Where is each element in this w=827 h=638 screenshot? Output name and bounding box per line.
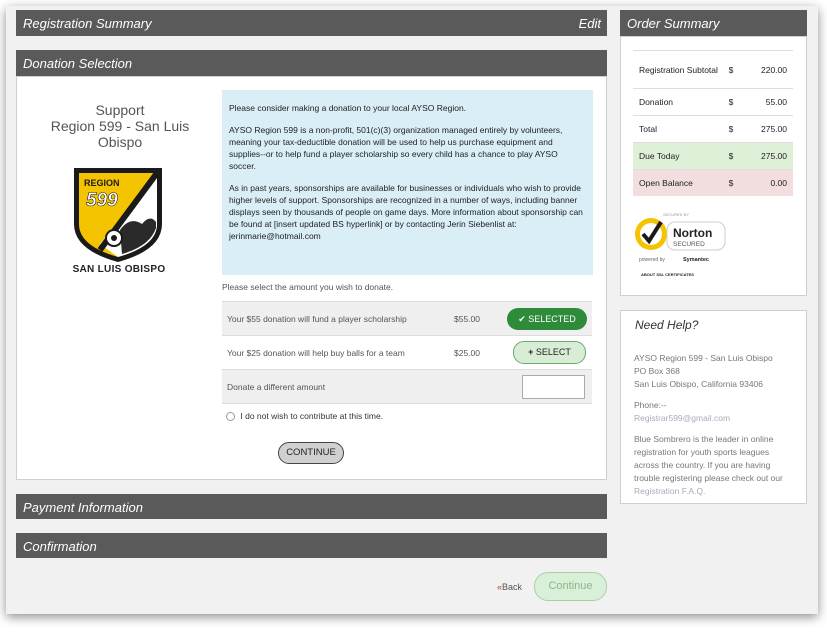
summary-label: Donation xyxy=(633,88,725,116)
ayso-region-logo: REGION 599 xyxy=(74,168,162,262)
help-phone: Phone:-- xyxy=(634,400,667,410)
help-blurb-text: Blue Sombrero is the leader in online re… xyxy=(634,434,783,483)
registration-summary-bar[interactable]: Registration Summary Edit xyxy=(16,10,607,36)
selected-button-label: SELECTED xyxy=(528,314,576,324)
info-paragraph-1: Please consider making a donation to you… xyxy=(229,103,467,113)
donation-option-55[interactable]: Your $55 donation will fund a player sch… xyxy=(222,301,592,335)
plus-icon: + xyxy=(528,347,534,357)
donation-hint: Please select the amount you wish to don… xyxy=(222,282,394,292)
support-line-1: Support xyxy=(95,102,145,118)
help-title: Need Help? xyxy=(635,318,699,332)
norton-top-text: SECURED BY xyxy=(663,212,689,217)
payment-information-bar: Payment Information xyxy=(16,494,607,519)
donation-option-label: Your $55 donation will fund a player sch… xyxy=(227,314,407,324)
optout-label: I do not wish to contribute at this time… xyxy=(240,411,384,421)
help-text: AYSO Region 599 - San Luis Obispo PO Box… xyxy=(634,352,794,498)
support-line-3: Obispo xyxy=(97,134,143,150)
custom-amount-input[interactable] xyxy=(522,375,585,399)
summary-currency: $ xyxy=(724,88,755,116)
summary-currency: $ xyxy=(724,142,755,170)
summary-row-subtotal: Registration Subtotal $ 220.00 xyxy=(633,50,793,89)
registration-summary-title: Registration Summary xyxy=(23,16,152,31)
faq-link[interactable]: Registration F.A.Q. xyxy=(634,486,705,496)
donation-option-amount: $25.00 xyxy=(454,348,480,358)
order-summary-table: Registration Subtotal $ 220.00 Donation … xyxy=(633,50,793,196)
select-button-label: SELECT xyxy=(535,347,571,357)
confirmation-title: Confirmation xyxy=(23,539,97,554)
norton-brand: Symantec xyxy=(683,257,709,263)
info-paragraph-3: As in past years, sponsorships are avail… xyxy=(229,183,583,241)
help-po-box: PO Box 368 xyxy=(634,366,680,376)
summary-label: Total xyxy=(633,115,725,143)
order-summary-title: Order Summary xyxy=(627,16,720,31)
optout-radio[interactable] xyxy=(226,412,235,422)
selected-button[interactable]: ✔ SELECTED xyxy=(507,308,587,330)
help-blurb: Blue Sombrero is the leader in online re… xyxy=(634,433,794,498)
help-email-link[interactable]: Registrar599@gmail.com xyxy=(634,412,794,425)
donation-selection-title: Donation Selection xyxy=(23,56,133,71)
support-heading: Support Region 599 - San Luis Obispo xyxy=(30,102,210,150)
summary-row-total: Total $ 275.00 xyxy=(633,115,793,143)
summary-currency: $ xyxy=(724,50,755,89)
donation-option-label: Your $25 donation will help buy balls fo… xyxy=(227,348,405,358)
help-city: San Luis Obispo, California 93406 xyxy=(634,379,763,389)
norton-secured-text: SECURED xyxy=(673,241,705,248)
logo-region-text: REGION xyxy=(84,178,120,188)
donation-info-box: Please consider making a donation to you… xyxy=(222,90,593,275)
optout-option[interactable]: I do not wish to contribute at this time… xyxy=(226,411,384,422)
order-summary-bar: Order Summary xyxy=(620,10,807,36)
summary-label: Registration Subtotal xyxy=(633,50,725,89)
donation-continue-button[interactable]: CONTINUE xyxy=(278,442,344,464)
continue-button[interactable]: Continue xyxy=(534,572,607,601)
norton-about-link[interactable]: ABOUT SSL CERTIFICATES xyxy=(641,272,694,277)
summary-row-due-today: Due Today $ 275.00 xyxy=(633,142,793,170)
summary-row-open-balance: Open Balance $ 0.00 xyxy=(633,169,793,196)
summary-amount: 275.00 xyxy=(754,142,793,170)
summary-row-donation: Donation $ 55.00 xyxy=(633,88,793,116)
norton-name: Norton xyxy=(673,226,712,240)
info-paragraph-2: AYSO Region 599 is a non-profit, 501(c)(… xyxy=(229,125,563,171)
payment-information-title: Payment Information xyxy=(23,500,143,515)
norton-powered: powered by xyxy=(639,257,665,263)
summary-currency: $ xyxy=(724,169,755,196)
edit-link[interactable]: Edit xyxy=(579,16,601,31)
norton-secured-seal[interactable]: SECURED BY Norton SECURED powered by Sym… xyxy=(633,210,733,282)
summary-amount: 275.00 xyxy=(754,115,793,143)
summary-label: Open Balance xyxy=(633,169,725,196)
summary-label: Due Today xyxy=(633,142,725,170)
back-link-label: Back xyxy=(502,582,523,592)
summary-amount: 0.00 xyxy=(754,169,793,196)
donation-option-amount: $55.00 xyxy=(454,314,480,324)
donation-selection-bar: Donation Selection xyxy=(16,50,607,76)
support-line-2: Region 599 - San Luis xyxy=(50,118,190,134)
select-button[interactable]: + SELECT xyxy=(513,341,586,364)
help-org: AYSO Region 599 - San Luis Obispo xyxy=(634,353,773,363)
summary-currency: $ xyxy=(724,115,755,143)
donation-option-25[interactable]: Your $25 donation will help buy balls fo… xyxy=(222,335,592,369)
back-link[interactable]: «Back xyxy=(497,582,522,592)
summary-amount: 220.00 xyxy=(754,50,793,89)
confirmation-bar: Confirmation xyxy=(16,533,607,558)
donation-option-custom: Donate a different amount xyxy=(222,369,592,404)
logo-caption: SAN LUIS OBISPO xyxy=(72,264,166,275)
custom-amount-label: Donate a different amount xyxy=(227,382,326,392)
check-circle-icon: ✔ xyxy=(518,314,526,324)
logo-number-text: 599 xyxy=(86,190,118,211)
summary-amount: 55.00 xyxy=(754,88,793,116)
